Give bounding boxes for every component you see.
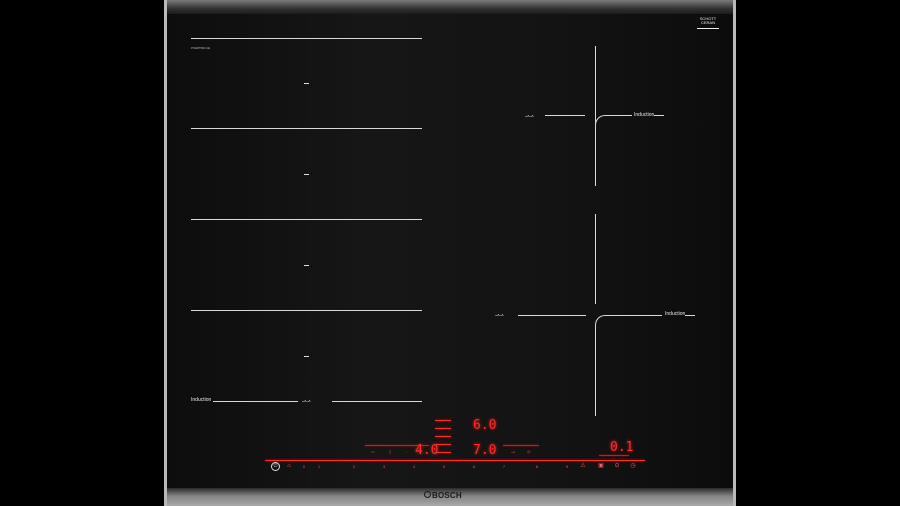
zone-center-mark-2 — [304, 174, 309, 175]
model-number: PXE875DC1E — [191, 46, 211, 50]
slider-number-3[interactable]: 3 — [381, 464, 387, 469]
right-top-label-line — [654, 115, 664, 116]
badge-underline — [697, 28, 719, 29]
left-zone-base-line-a — [213, 401, 298, 402]
left-zone-icon-a[interactable]: ▭ — [371, 449, 375, 454]
power-slider-track[interactable] — [265, 460, 645, 461]
right-top-left-line — [545, 115, 585, 116]
zone-center-mark-4 — [304, 356, 309, 357]
timer-bracket — [599, 455, 629, 456]
left-zone-line-2 — [191, 128, 422, 129]
slider-number-6[interactable]: 6 — [471, 464, 477, 469]
right-bottom-symbol: ᴗᴧᴗᴧ — [495, 312, 504, 317]
center-power-display: 7.0 — [473, 443, 497, 458]
left-power-display: 4.0 — [415, 443, 439, 458]
badge-line2: CERAN — [700, 20, 715, 25]
cooktop-glass: PXE875DC1E SCHOTT CERAN Induction ᴗᴧᴗᴧ ᴗ… — [164, 0, 736, 506]
child-lock-icon[interactable]: ⌂ — [285, 462, 293, 470]
clock-icon[interactable]: ◷ — [629, 462, 637, 470]
timer-display: 0.1 — [610, 440, 634, 455]
slider-number-7[interactable]: 7 — [501, 464, 507, 469]
right-bottom-vertical-line — [595, 214, 596, 304]
left-zone-label: Induction — [191, 397, 212, 403]
top-indicator-bar-3 — [435, 436, 451, 437]
schott-ceran-badge: SCHOTT CERAN — [697, 17, 719, 29]
left-zone-line-1 — [191, 38, 422, 39]
right-bottom-label: Induction — [665, 311, 686, 317]
boost-icon[interactable]: ᴗᴧ — [511, 449, 515, 454]
zone-center-mark-1 — [304, 83, 309, 84]
top-indicator-bar-1 — [435, 420, 451, 421]
left-zone-base-line-b — [332, 401, 422, 402]
power-button-icon[interactable]: ⏻ — [271, 462, 280, 471]
right-top-label: Induction — [634, 112, 655, 118]
left-zone-symbol: ᴗᴧᴗᴧ — [302, 398, 311, 403]
slider-number-8[interactable]: 8 — [534, 464, 540, 469]
slider-number-1[interactable]: 1 — [316, 464, 322, 469]
left-zone-icon-c[interactable]: ◌ — [405, 449, 407, 454]
right-bottom-label-line — [685, 315, 695, 316]
minute-minder-icon[interactable]: ⊙ — [613, 462, 621, 470]
slider-number-5[interactable]: 5 — [441, 464, 447, 469]
top-frame — [167, 0, 733, 14]
right-top-zone-corner — [595, 115, 632, 186]
bosch-logo-icon — [424, 491, 431, 498]
left-zone-icon-b[interactable]: ▯ — [389, 449, 391, 454]
timer-icon[interactable]: ▣ — [597, 462, 605, 470]
powerboost-icon[interactable]: ⚠ — [579, 462, 587, 470]
center-display-bracket — [503, 445, 539, 446]
right-bottom-zone-corner — [595, 315, 662, 416]
sensor-icon[interactable]: ◎ — [527, 449, 531, 454]
brand-name: BOSCH — [432, 491, 462, 500]
slider-number-2[interactable]: 2 — [351, 464, 357, 469]
slider-number-9[interactable]: 9 — [564, 464, 570, 469]
left-zone-line-3 — [191, 219, 422, 220]
top-power-display: 6.0 — [473, 418, 497, 433]
slider-number-0[interactable]: 0 — [301, 464, 307, 469]
zone-center-mark-3 — [304, 265, 309, 266]
right-bottom-left-line — [518, 315, 586, 316]
right-top-symbol: ᴗᴧᴗᴧ — [525, 113, 534, 118]
top-indicator-bar-2 — [435, 428, 451, 429]
slider-number-4[interactable]: 4 — [411, 464, 417, 469]
left-zone-line-4 — [191, 310, 422, 311]
